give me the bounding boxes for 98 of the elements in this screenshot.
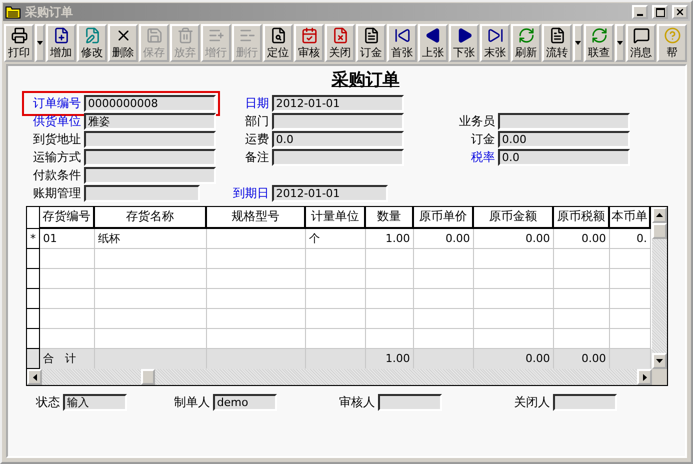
caret-icon <box>37 41 43 45</box>
right-arrow-icon <box>642 374 646 380</box>
toolbar-button[interactable]: 审核 <box>294 24 324 62</box>
field-label: 部门 <box>245 113 270 130</box>
text-field[interactable]: 0.0 <box>272 131 404 148</box>
text-field[interactable] <box>84 149 216 166</box>
dropdown-button[interactable] <box>573 24 583 62</box>
document-icon <box>548 27 566 44</box>
dropdown-button[interactable] <box>615 24 625 62</box>
form-title: 采购订单 <box>332 69 400 91</box>
text-field[interactable] <box>84 185 200 202</box>
document-icon <box>362 27 380 44</box>
scroll-down-button[interactable] <box>652 353 667 369</box>
field-label: 关闭人 <box>514 394 551 411</box>
message-icon <box>632 27 650 44</box>
toolbar-button[interactable]: 关闭 <box>325 24 355 62</box>
toolbar-button[interactable]: 订金 <box>356 24 386 62</box>
list-minus-icon <box>238 27 256 44</box>
toolbar-button[interactable]: 打印 <box>4 24 34 62</box>
field-label: 运费 <box>245 131 270 148</box>
text-field[interactable]: 0000000008 <box>84 95 216 112</box>
text-field[interactable] <box>378 394 442 411</box>
toolbar-button[interactable]: 帮 <box>657 24 687 62</box>
toolbar-button[interactable]: 刷新 <box>511 24 541 62</box>
refresh-icon <box>590 27 608 44</box>
toolbar-button[interactable]: 修改 <box>77 24 107 62</box>
text-field[interactable]: 0.0 <box>498 149 630 166</box>
scroll-right-button[interactable] <box>637 369 652 385</box>
maximize-button[interactable] <box>652 5 668 19</box>
text-field[interactable]: 雅姿 <box>84 113 216 130</box>
text-field[interactable] <box>498 113 630 130</box>
file-search-icon <box>270 27 286 44</box>
field-label: 账期管理 <box>33 185 82 202</box>
down-arrow-icon <box>656 359 663 363</box>
caret-icon <box>575 41 581 45</box>
field-label: 审核人 <box>339 394 376 411</box>
text-field[interactable]: 2012-01-01 <box>272 95 404 112</box>
scroll-thumb[interactable] <box>652 223 667 239</box>
field-label: 运输方式 <box>33 149 82 166</box>
scroll-thumb[interactable] <box>141 369 155 385</box>
toolbar-button[interactable]: 下张 <box>449 24 479 62</box>
field-label: 订金 <box>471 131 496 148</box>
close-icon <box>675 7 685 17</box>
minimize-button[interactable] <box>632 5 648 19</box>
caret-icon <box>617 41 623 45</box>
scroll-left-button[interactable] <box>27 369 42 385</box>
field-label: 付款条件 <box>33 167 82 184</box>
left-triangle-icon <box>424 27 442 44</box>
list-plus-icon <box>208 27 224 44</box>
file-plus-icon <box>52 27 70 44</box>
file-x-icon <box>332 27 348 44</box>
field-label: 业务员 <box>459 113 496 130</box>
calendar-check-icon <box>300 27 318 44</box>
scroll-up-button[interactable] <box>652 207 667 223</box>
text-field[interactable]: demo <box>213 394 277 411</box>
field-label: 备注 <box>245 149 270 166</box>
file-pen-icon <box>84 27 100 44</box>
folder-icon <box>5 5 21 19</box>
text-field[interactable]: 0.00 <box>498 131 630 148</box>
vertical-scrollbar[interactable] <box>652 207 667 369</box>
first-icon <box>394 27 410 44</box>
trash-icon <box>176 27 194 44</box>
text-field[interactable] <box>272 113 404 130</box>
last-icon <box>486 27 504 44</box>
up-arrow-icon <box>656 213 663 217</box>
field-label: 订单编号 <box>33 95 82 112</box>
text-field[interactable] <box>553 394 617 411</box>
help-icon <box>664 27 680 44</box>
left-arrow-icon <box>32 374 36 380</box>
scrollbar-corner <box>652 369 667 385</box>
horizontal-scrollbar[interactable] <box>27 369 667 385</box>
field-label: 供货单位 <box>33 113 82 130</box>
text-field[interactable] <box>272 149 404 166</box>
text-field[interactable]: 输入 <box>63 394 127 411</box>
close-button[interactable] <box>672 5 688 19</box>
text-field[interactable]: 2012-01-01 <box>272 185 388 202</box>
toolbar-button[interactable]: 删除 <box>108 24 138 62</box>
toolbar-button[interactable]: 增加 <box>46 24 76 62</box>
toolbar-button[interactable]: 联查 <box>584 24 614 62</box>
toolbar-button[interactable]: 流转 <box>542 24 572 62</box>
toolbar-button[interactable]: 定位 <box>263 24 293 62</box>
printer-icon <box>10 27 28 44</box>
dropdown-button[interactable] <box>35 24 45 62</box>
field-label: 税率 <box>471 149 496 166</box>
refresh-icon <box>518 27 534 44</box>
toolbar-button[interactable]: 首张 <box>387 24 417 62</box>
field-label: 日期 <box>245 95 270 112</box>
window-title: 采购订单 <box>25 4 74 20</box>
text-field[interactable] <box>84 131 216 148</box>
maximize-icon <box>656 8 664 16</box>
field-label: 状态 <box>36 394 61 411</box>
toolbar-button[interactable]: 消息 <box>626 24 656 62</box>
field-label: 到货地址 <box>33 131 82 148</box>
toolbar-button[interactable]: 上张 <box>418 24 448 62</box>
field-label: 到期日 <box>233 185 270 202</box>
text-field[interactable] <box>84 167 216 184</box>
toolbar-button[interactable]: 末张 <box>480 24 510 62</box>
field-label: 制单人 <box>174 394 211 411</box>
